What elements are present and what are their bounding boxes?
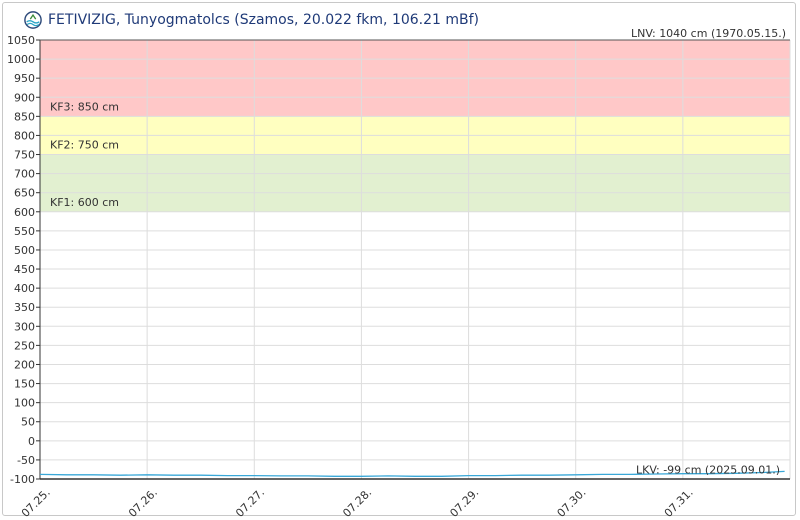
band-label-kf2: KF2: 750 cm [50, 139, 119, 152]
y-tick-label: 0 [28, 435, 35, 448]
y-tick-label: 250 [14, 339, 35, 352]
y-tick-label: 950 [14, 72, 35, 85]
y-tick-label: 100 [14, 397, 35, 410]
y-tick-label: 850 [14, 110, 35, 123]
band-label-kf3: KF3: 850 cm [50, 100, 119, 113]
threshold-bands [40, 40, 790, 212]
y-tick-label: 550 [14, 225, 35, 238]
y-tick-label: 450 [14, 263, 35, 276]
x-tick-label: 07.31. [662, 486, 696, 520]
y-tick-label: 400 [14, 282, 35, 295]
y-tick-label: 1000 [7, 53, 35, 66]
y-axis: 1050100095090085080075070065060055050045… [7, 34, 41, 486]
y-tick-label: 900 [14, 91, 35, 104]
x-tick-label: 07.25. [19, 486, 53, 520]
y-tick-label: -50 [17, 454, 35, 467]
y-tick-label: 600 [14, 206, 35, 219]
band-label-kf1: KF1: 600 cm [50, 196, 119, 209]
x-tick-label: 07.26. [126, 486, 160, 520]
lnv-label: LNV: 1040 cm (1970.05.15.) [631, 27, 786, 40]
band-kf1 [40, 154, 790, 212]
water-level-chart: KF3: 850 cm KF2: 750 cm KF1: 600 cm 1050 10… [7, 27, 791, 520]
y-tick-label: 200 [14, 358, 35, 371]
y-tick-label: 650 [14, 187, 35, 200]
x-tick-label: 07.27. [233, 486, 267, 520]
x-tick-label: 07.30. [555, 486, 589, 520]
y-tick-label: 700 [14, 168, 35, 181]
y-tick-label: 750 [14, 149, 35, 162]
y-tick-label: 150 [14, 378, 35, 391]
y-tick-label: 350 [14, 301, 35, 314]
y-tick-label: 300 [14, 320, 35, 333]
x-tick-label: 07.28. [340, 486, 374, 520]
lkv-label: LKV: -99 cm (2025.09.01.) [636, 464, 780, 477]
y-tick-label: -100 [10, 473, 35, 486]
y-tick-label: 500 [14, 244, 35, 257]
y-tick-label: 1050 [7, 34, 35, 47]
y-tick-label: 800 [14, 129, 35, 142]
x-tick-label: 07.29. [447, 486, 481, 520]
y-tick-label: 50 [21, 416, 35, 429]
